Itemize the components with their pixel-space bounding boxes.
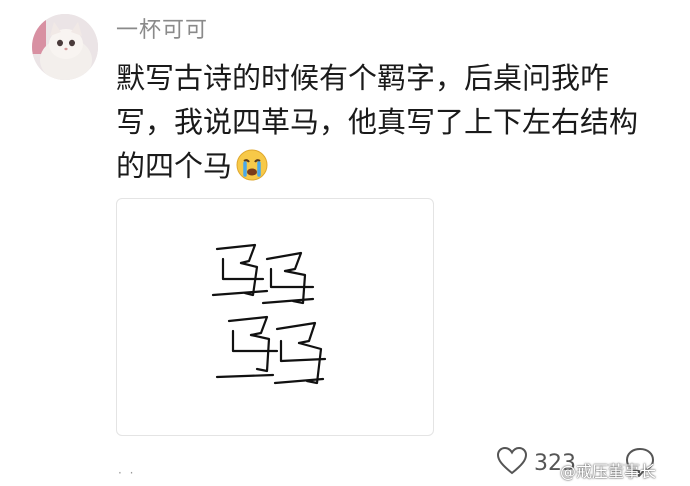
crying-face-emoji (236, 149, 268, 193)
avatar[interactable] (32, 14, 98, 80)
post-card: 一杯可可 默写古诗的时候有个羁字，后桌问我咋 写，我说四革马，他真写了上下左右结… (0, 0, 690, 486)
post-text-line-content: 的四个马 (116, 149, 233, 183)
post-text-line: 写，我说四革马，他真写了上下左右结构 (116, 105, 639, 139)
timestamp-dots: · · (118, 466, 136, 480)
username[interactable]: 一杯可可 (116, 16, 208, 46)
post-text-line: 的四个马 (116, 144, 656, 193)
post-image[interactable] (116, 198, 434, 436)
heart-icon (496, 446, 528, 480)
watermark: @戒压董事长 (560, 462, 657, 481)
cat-avatar-image (32, 14, 98, 80)
post-text-line: 默写古诗的时候有个羁字，后桌问我咋 (116, 61, 610, 95)
post-text: 默写古诗的时候有个羁字，后桌问我咋 写，我说四革马，他真写了上下左右结构 的四个… (116, 56, 656, 193)
handwritten-four-horses-drawing (211, 243, 327, 385)
